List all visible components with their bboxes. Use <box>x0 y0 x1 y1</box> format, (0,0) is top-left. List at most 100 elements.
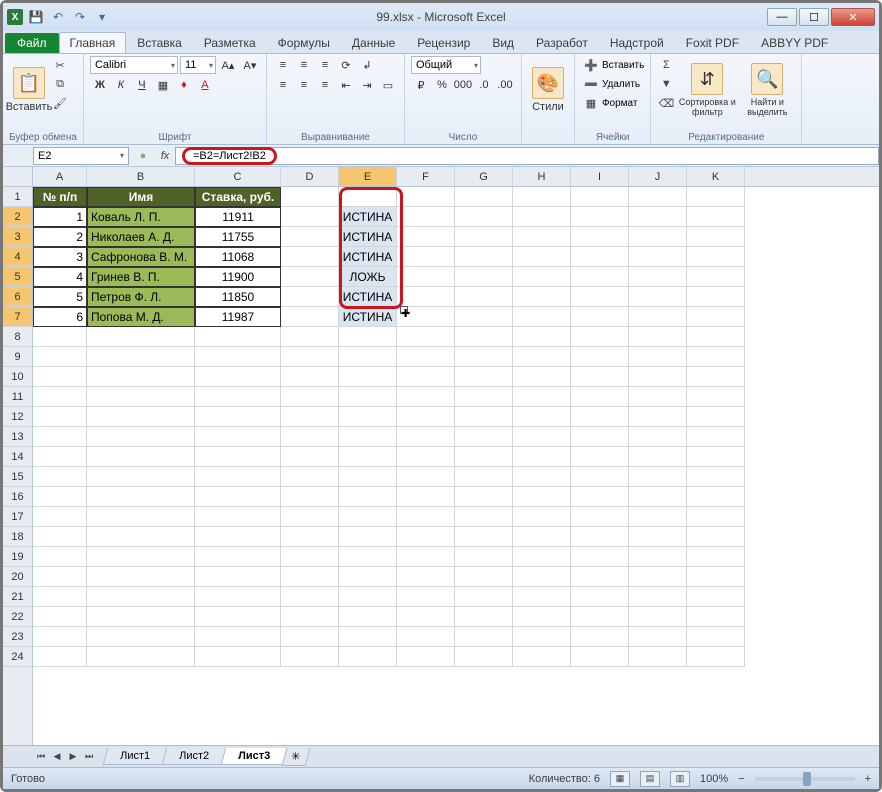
row-header[interactable]: 19 <box>3 547 32 567</box>
cell[interactable] <box>455 487 513 507</box>
cell[interactable] <box>33 467 87 487</box>
row-header[interactable]: 8 <box>3 327 32 347</box>
cell[interactable] <box>629 247 687 267</box>
cell[interactable] <box>571 207 629 227</box>
row-header[interactable]: 12 <box>3 407 32 427</box>
undo-icon[interactable]: ↶ <box>49 9 67 25</box>
minimize-button[interactable]: — <box>767 8 797 26</box>
cell[interactable]: 1 <box>33 207 87 227</box>
cell[interactable] <box>87 407 195 427</box>
cell[interactable] <box>571 647 629 667</box>
cell[interactable] <box>195 407 281 427</box>
tab-file[interactable]: Файл <box>5 33 59 53</box>
row-header[interactable]: 5 <box>3 267 32 287</box>
row-header[interactable]: 17 <box>3 507 32 527</box>
cell[interactable] <box>513 507 571 527</box>
cell[interactable] <box>87 447 195 467</box>
cell[interactable] <box>281 247 339 267</box>
cell[interactable] <box>33 507 87 527</box>
wrap-text-icon[interactable]: ↲ <box>357 56 377 74</box>
cell[interactable] <box>87 487 195 507</box>
styles-button[interactable]: 🎨 Стили <box>528 56 568 124</box>
cell[interactable] <box>281 647 339 667</box>
column-header[interactable]: C <box>195 167 281 186</box>
cell[interactable] <box>339 647 397 667</box>
align-bottom-icon[interactable]: ≡ <box>315 56 335 74</box>
cell[interactable] <box>513 207 571 227</box>
cell[interactable] <box>339 387 397 407</box>
cell[interactable] <box>687 287 745 307</box>
cell[interactable] <box>513 567 571 587</box>
align-middle-icon[interactable]: ≡ <box>294 56 314 74</box>
cell[interactable] <box>397 407 455 427</box>
cell[interactable] <box>513 427 571 447</box>
cell[interactable] <box>571 627 629 647</box>
cell[interactable]: 11755 <box>195 227 281 247</box>
delete-cells-button[interactable]: ➖Удалить <box>581 75 640 93</box>
qat-dropdown-icon[interactable]: ▾ <box>93 9 111 25</box>
cell[interactable] <box>87 327 195 347</box>
cell[interactable] <box>397 587 455 607</box>
cell[interactable] <box>571 587 629 607</box>
cell[interactable] <box>629 327 687 347</box>
cell[interactable] <box>455 247 513 267</box>
cell[interactable] <box>195 627 281 647</box>
cell[interactable] <box>87 547 195 567</box>
cell[interactable] <box>281 447 339 467</box>
cell[interactable]: Попова М. Д. <box>87 307 195 327</box>
cell[interactable] <box>629 527 687 547</box>
cell[interactable]: Петров Ф. Л. <box>87 287 195 307</box>
worksheet-grid[interactable]: 123456789101112131415161718192021222324 … <box>3 167 879 745</box>
cell[interactable] <box>281 487 339 507</box>
cell[interactable] <box>339 467 397 487</box>
cell[interactable] <box>455 207 513 227</box>
row-header[interactable]: 20 <box>3 567 32 587</box>
cell[interactable] <box>687 567 745 587</box>
cell[interactable] <box>33 327 87 347</box>
column-header[interactable]: E <box>339 167 397 186</box>
cell[interactable] <box>571 467 629 487</box>
cell[interactable] <box>397 287 455 307</box>
cell[interactable] <box>629 387 687 407</box>
cell[interactable] <box>87 607 195 627</box>
cell[interactable] <box>629 227 687 247</box>
cell[interactable] <box>195 587 281 607</box>
row-header[interactable]: 16 <box>3 487 32 507</box>
cell[interactable] <box>195 347 281 367</box>
align-right-icon[interactable]: ≡ <box>315 76 335 94</box>
cell[interactable] <box>281 367 339 387</box>
zoom-slider[interactable] <box>755 777 855 781</box>
tab-view[interactable]: Вид <box>481 32 525 53</box>
clear-icon[interactable]: ⌫ <box>657 94 675 112</box>
fill-handle-icon[interactable]: ✚ <box>400 306 408 314</box>
row-header[interactable]: 1 <box>3 187 32 207</box>
cell[interactable] <box>629 187 687 207</box>
align-top-icon[interactable]: ≡ <box>273 56 293 74</box>
close-button[interactable]: ✕ <box>831 8 875 26</box>
cell[interactable] <box>339 567 397 587</box>
row-header[interactable]: 10 <box>3 367 32 387</box>
cell[interactable] <box>455 507 513 527</box>
cell[interactable] <box>87 467 195 487</box>
cell[interactable] <box>687 247 745 267</box>
cell[interactable] <box>397 327 455 347</box>
cell[interactable] <box>687 347 745 367</box>
cell[interactable] <box>687 607 745 627</box>
cell[interactable] <box>195 607 281 627</box>
cell[interactable] <box>195 327 281 347</box>
grow-font-icon[interactable]: A▴ <box>218 56 238 74</box>
cell[interactable]: ИСТИНА <box>339 247 397 267</box>
cell[interactable]: № п/п <box>33 187 87 207</box>
cell[interactable]: ИСТИНА <box>339 307 397 327</box>
cell[interactable] <box>629 307 687 327</box>
row-header[interactable]: 23 <box>3 627 32 647</box>
cell[interactable] <box>687 507 745 527</box>
row-header[interactable]: 13 <box>3 427 32 447</box>
cell[interactable] <box>339 367 397 387</box>
cell[interactable] <box>629 567 687 587</box>
tab-formulas[interactable]: Формулы <box>267 32 341 53</box>
cell[interactable]: 5 <box>33 287 87 307</box>
cell[interactable] <box>513 447 571 467</box>
row-header[interactable]: 2 <box>3 207 32 227</box>
cell[interactable] <box>397 427 455 447</box>
